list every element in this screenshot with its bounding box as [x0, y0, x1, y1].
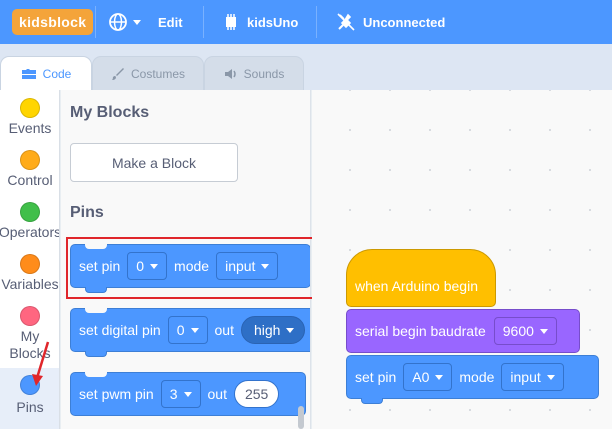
palette-scrollbar[interactable] — [298, 406, 304, 429]
app-logo[interactable]: kidsblock — [12, 9, 94, 35]
block-text: set digital pin — [79, 322, 161, 338]
chevron-down-icon — [546, 374, 555, 380]
chevron-down-icon — [539, 328, 548, 334]
category-label: Pins — [16, 399, 44, 415]
pwm-value-input[interactable]: 255 — [233, 380, 280, 408]
editor-tabs: Code Costumes Sounds — [0, 44, 612, 90]
mode-value: input — [510, 369, 541, 385]
block-text: serial begin baudrate — [355, 323, 486, 339]
when-arduino-begin-block[interactable]: when Arduino begin — [346, 249, 496, 307]
connection-label: Unconnected — [363, 14, 446, 30]
red-arrow-annotation — [32, 341, 50, 386]
category-control[interactable]: Control — [0, 142, 59, 194]
chevron-down-icon — [190, 327, 199, 333]
block-tab — [85, 351, 107, 357]
category-events[interactable]: Events — [0, 90, 59, 142]
set-digital-pin-block[interactable]: set digital pin 0 out high — [70, 308, 310, 357]
level-value: high — [253, 322, 281, 338]
block-text: set pwm pin — [79, 386, 154, 402]
make-a-block-button[interactable]: Make a Block — [70, 143, 238, 182]
my-blocks-heading: My Blocks — [70, 104, 150, 121]
pin-dropdown[interactable]: 0 — [167, 316, 208, 344]
tab-code-label: Code — [42, 66, 72, 81]
block-text: out — [207, 386, 227, 402]
category-menu: Events Control Operators Variables My Bl… — [0, 90, 60, 429]
serial-begin-block[interactable]: serial begin baudrate 9600 — [346, 309, 580, 353]
highlight-box — [66, 237, 319, 299]
set-pin-mode-block[interactable]: set pin A0 mode input — [346, 355, 599, 404]
unplugged-icon — [337, 13, 355, 31]
menu-divider — [203, 6, 204, 38]
block-notch — [85, 308, 107, 313]
category-label: Variables — [1, 276, 59, 292]
block-notch — [85, 372, 107, 377]
block-text: set pin — [355, 369, 397, 385]
block-text: when Arduino begin — [355, 278, 478, 294]
language-menu[interactable] — [108, 0, 141, 44]
pin-value: 0 — [176, 322, 185, 338]
code-icon — [21, 68, 36, 79]
category-variables[interactable]: Variables — [0, 246, 59, 298]
block-text: out — [214, 322, 234, 338]
pin-dropdown[interactable]: A0 — [403, 363, 453, 391]
block-tab — [361, 398, 383, 404]
speaker-icon — [224, 68, 236, 79]
pin-dropdown[interactable]: 3 — [160, 380, 201, 408]
my-blocks-color-dot — [20, 306, 40, 326]
tab-costumes-label: Costumes — [130, 66, 186, 81]
brush-icon — [111, 67, 124, 80]
category-label: Operators — [0, 224, 60, 240]
pins-heading: Pins — [70, 204, 104, 221]
operators-color-dot — [20, 202, 40, 222]
events-color-dot — [20, 98, 40, 118]
menu-divider — [316, 6, 317, 38]
script-workspace[interactable]: when Arduino begin serial begin baudrate… — [312, 90, 612, 429]
set-pwm-pin-block[interactable]: set pwm pin 3 out 255 — [70, 372, 306, 416]
menu-divider — [95, 6, 96, 38]
chevron-down-icon — [183, 391, 192, 397]
category-operators[interactable]: Operators — [0, 194, 60, 246]
device-menu[interactable]: kidsUno — [222, 0, 298, 44]
tab-sounds-label: Sounds — [243, 66, 285, 81]
level-dropdown[interactable]: high — [240, 316, 306, 344]
category-label: Events — [8, 120, 52, 136]
tab-code[interactable]: Code — [0, 56, 92, 90]
chevron-down-icon — [286, 327, 295, 333]
chip-icon — [226, 14, 236, 30]
mode-dropdown[interactable]: input — [501, 363, 564, 391]
connection-menu[interactable]: Unconnected — [336, 0, 445, 44]
tab-sounds[interactable]: Sounds — [204, 56, 304, 90]
device-label: kidsUno — [247, 14, 299, 30]
tab-costumes[interactable]: Costumes — [92, 56, 204, 90]
pin-value: A0 — [412, 369, 430, 385]
control-color-dot — [20, 150, 40, 170]
globe-icon — [109, 13, 127, 31]
chevron-down-icon — [133, 19, 141, 25]
chevron-down-icon — [435, 374, 444, 380]
menu-bar: kidsblock Edit kidsUno Unconnected — [0, 0, 612, 44]
baud-dropdown[interactable]: 9600 — [493, 317, 557, 345]
variables-color-dot — [20, 254, 40, 274]
edit-menu[interactable]: Edit — [158, 0, 183, 44]
baud-value: 9600 — [502, 323, 534, 339]
block-text: mode — [459, 369, 495, 385]
pin-value: 3 — [169, 386, 178, 402]
category-label: Control — [7, 172, 53, 188]
